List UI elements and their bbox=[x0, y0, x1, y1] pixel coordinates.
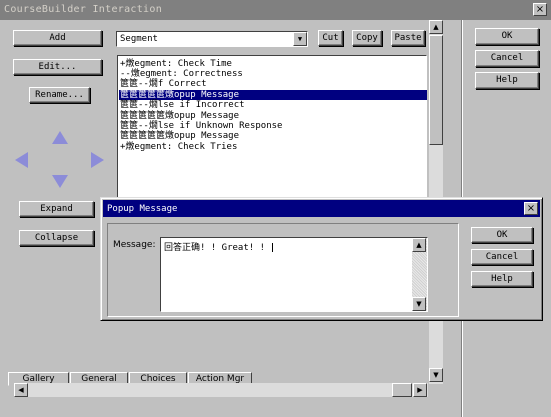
tree-item[interactable]: --燉egment: Correctness bbox=[120, 69, 243, 79]
popup-close-icon[interactable]: × bbox=[524, 202, 538, 215]
tree-item[interactable]: +燉egment: Check Tries bbox=[120, 142, 237, 152]
popup-cancel-label: Cancel bbox=[485, 252, 519, 262]
horizontal-scrollbar[interactable]: ◀ ▶ bbox=[14, 383, 428, 397]
expand-button[interactable]: Expand bbox=[19, 201, 94, 217]
ok-button[interactable]: OK bbox=[475, 28, 539, 45]
message-scroll-down-icon[interactable]: ▼ bbox=[412, 297, 426, 311]
message-textarea[interactable]: 回答正确! ! Great! ! ▲ ▼ bbox=[160, 237, 428, 312]
tree-item[interactable]: 篋篋--燗lse if Incorrect bbox=[120, 100, 245, 110]
message-text: 回答正确! ! Great! ! bbox=[164, 240, 274, 253]
scroll-left-icon[interactable]: ◀ bbox=[14, 383, 28, 397]
rename-button-label: Rename... bbox=[35, 90, 84, 100]
window-title: CourseBuilder Interaction bbox=[4, 4, 163, 15]
move-down-arrow-icon[interactable] bbox=[52, 175, 68, 188]
popup-message-dialog: Popup Message × Message: 回答正确! ! Great! … bbox=[100, 197, 543, 321]
add-button[interactable]: Add bbox=[13, 30, 102, 46]
message-value: 回答正确! ! Great! ! bbox=[164, 243, 271, 253]
segment-tree-list[interactable]: +燉egment: Check Time --燉egment: Correctn… bbox=[117, 55, 427, 200]
chevron-down-icon[interactable]: ▼ bbox=[293, 32, 307, 46]
cut-button-label: Cut bbox=[322, 33, 339, 43]
help-button[interactable]: Help bbox=[475, 72, 539, 89]
cancel-button-label: Cancel bbox=[490, 53, 524, 63]
segment-dropdown[interactable]: Segment ▼ bbox=[116, 31, 308, 47]
popup-cancel-button[interactable]: Cancel bbox=[471, 249, 533, 265]
message-vertical-scrollbar[interactable]: ▲ ▼ bbox=[412, 238, 427, 311]
cut-button[interactable]: Cut bbox=[318, 30, 343, 46]
collapse-button-label: Collapse bbox=[34, 233, 79, 243]
ok-button-label: OK bbox=[501, 31, 513, 41]
tree-item[interactable]: 篋篋篋篋篋燉opup Message bbox=[120, 131, 239, 141]
expand-button-label: Expand bbox=[40, 204, 73, 214]
message-scroll-up-icon[interactable]: ▲ bbox=[412, 238, 426, 252]
scroll-up-icon[interactable]: ▲ bbox=[429, 20, 443, 34]
main-title-bar: CourseBuilder Interaction × bbox=[0, 0, 551, 20]
edit-button[interactable]: Edit... bbox=[13, 59, 102, 75]
tree-item[interactable]: +燉egment: Check Time bbox=[120, 59, 232, 69]
scroll-right-icon[interactable]: ▶ bbox=[413, 383, 427, 397]
close-icon[interactable]: × bbox=[533, 3, 547, 16]
scroll-thumb[interactable] bbox=[429, 35, 443, 145]
copy-button[interactable]: Copy bbox=[352, 30, 382, 46]
paste-button[interactable]: Paste bbox=[391, 30, 425, 46]
move-right-arrow-icon[interactable] bbox=[91, 152, 104, 168]
rename-button[interactable]: Rename... bbox=[29, 87, 90, 103]
paste-button-label: Paste bbox=[394, 33, 422, 43]
edit-button-label: Edit... bbox=[38, 62, 77, 72]
segment-dropdown-value: Segment bbox=[120, 34, 158, 44]
popup-title: Popup Message bbox=[107, 204, 178, 214]
move-up-arrow-icon[interactable] bbox=[52, 131, 68, 144]
popup-ok-label: OK bbox=[496, 230, 508, 240]
tree-item[interactable]: 篋篋--燗lse if Unknown Response bbox=[120, 121, 282, 131]
copy-button-label: Copy bbox=[356, 33, 378, 43]
popup-title-bar: Popup Message × bbox=[103, 200, 540, 217]
tree-item-selected[interactable]: 篋篋篋篋篋燉opup Message bbox=[119, 90, 427, 100]
scroll-down-icon[interactable]: ▼ bbox=[429, 368, 443, 382]
tree-item[interactable]: 篋篋篋篋篋燉opup Message bbox=[120, 111, 239, 121]
popup-help-label: Help bbox=[491, 274, 513, 284]
tree-item[interactable]: 篋篋--燗f Correct bbox=[120, 79, 207, 89]
popup-ok-button[interactable]: OK bbox=[471, 227, 533, 243]
collapse-button[interactable]: Collapse bbox=[19, 230, 94, 246]
horizontal-scroll-thumb[interactable] bbox=[392, 383, 412, 397]
text-caret bbox=[272, 243, 274, 252]
help-button-label: Help bbox=[496, 75, 518, 85]
cancel-button[interactable]: Cancel bbox=[475, 50, 539, 67]
move-left-arrow-icon[interactable] bbox=[15, 152, 28, 168]
add-button-label: Add bbox=[49, 33, 66, 43]
message-label: Message: bbox=[113, 240, 156, 250]
popup-help-button[interactable]: Help bbox=[471, 271, 533, 287]
